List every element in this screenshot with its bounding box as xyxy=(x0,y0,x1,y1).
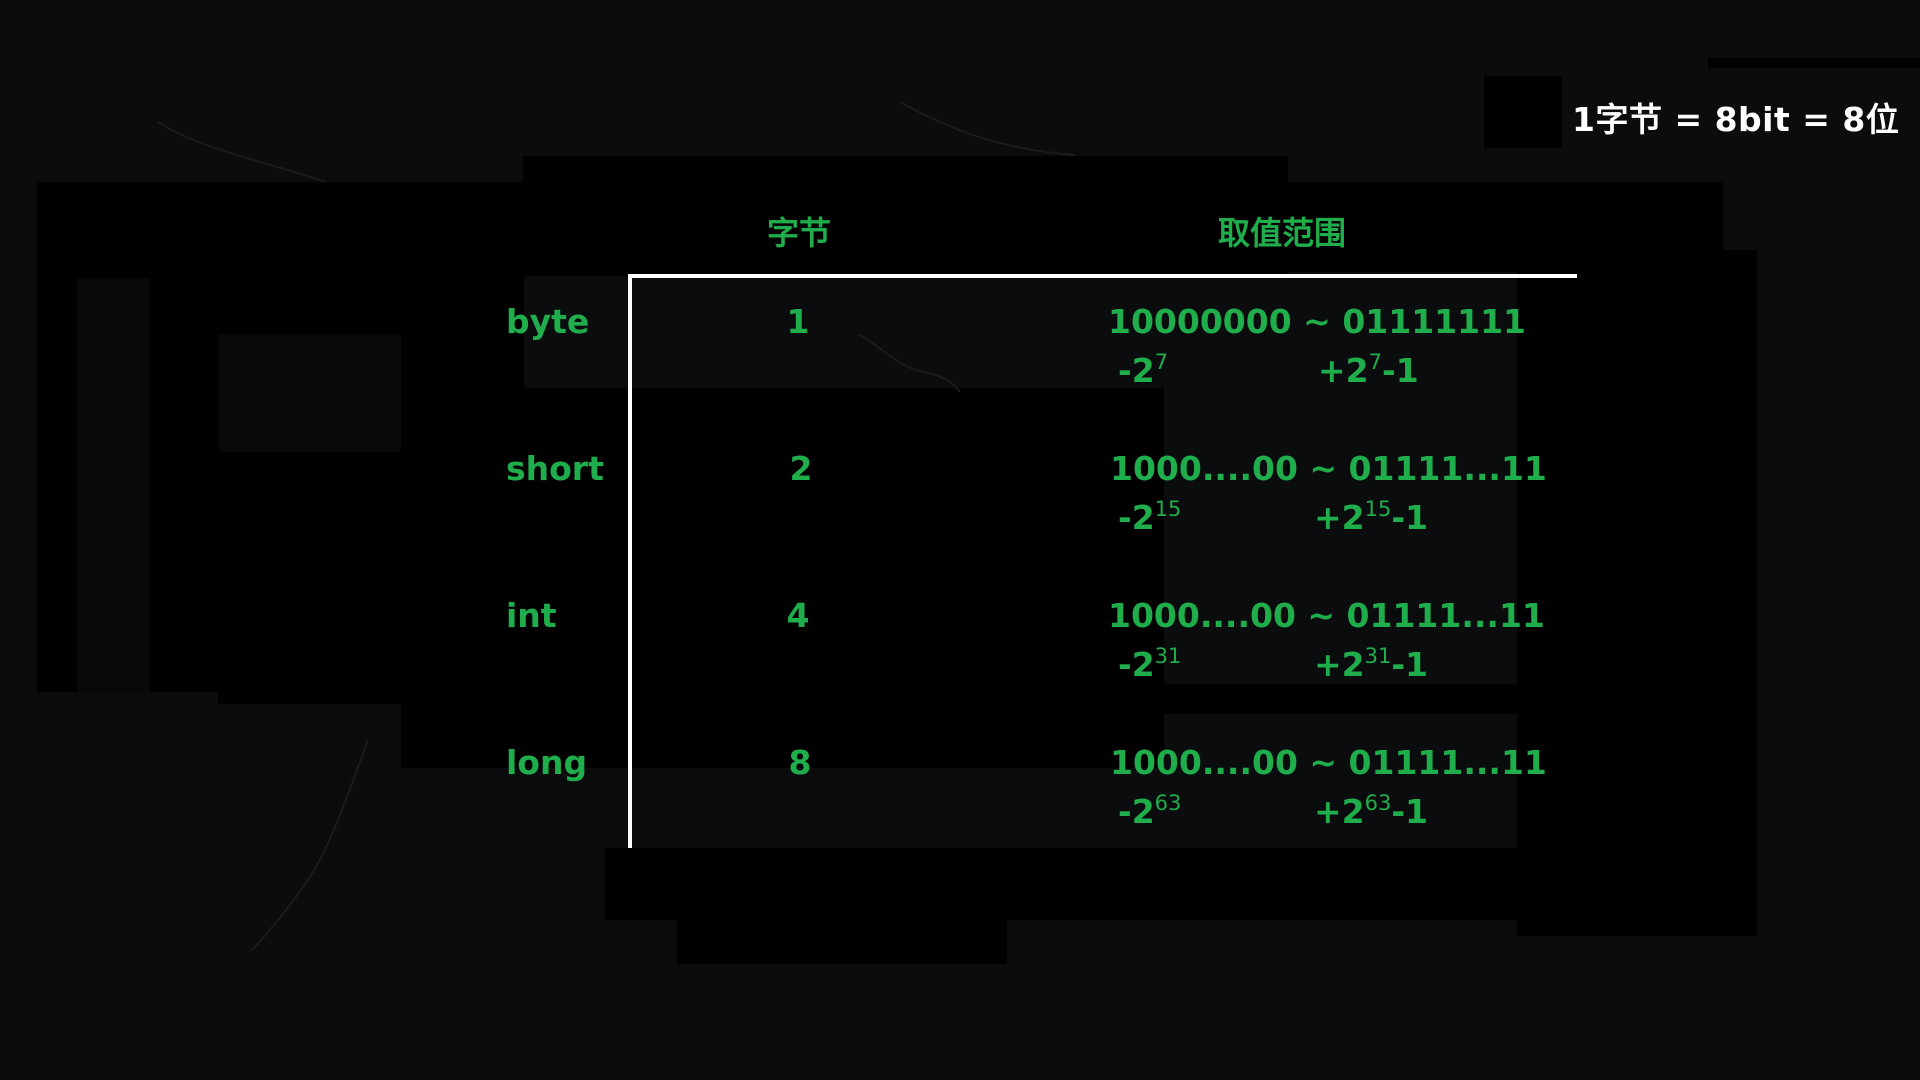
binary-range-long: 1000....00 ~ 01111...11 xyxy=(1110,743,1547,782)
min-exponent: 63 xyxy=(1154,791,1182,815)
bytes-int: 4 xyxy=(786,596,810,635)
byte-bit-note: 1字节 = 8bit = 8位 xyxy=(1572,100,1900,139)
max-exponent: 63 xyxy=(1364,791,1392,815)
type-name-short: short xyxy=(506,449,604,488)
bracket-top-line xyxy=(628,274,1577,278)
header-range: 取值范围 xyxy=(1218,214,1347,252)
min-exponent: 31 xyxy=(1154,644,1182,668)
min-value-long: -263 xyxy=(1118,791,1181,831)
min-prefix: -2 xyxy=(1118,645,1155,684)
pen-stroke xyxy=(899,101,1076,156)
min-exponent: 15 xyxy=(1154,497,1182,521)
max-value-byte: +27-1 xyxy=(1318,350,1419,390)
max-prefix: +2 xyxy=(1314,645,1365,684)
pen-stroke xyxy=(157,121,326,183)
pen-stroke xyxy=(251,739,369,951)
max-exponent: 7 xyxy=(1368,350,1382,374)
min-value-byte: -27 xyxy=(1118,350,1168,390)
max-exponent: 31 xyxy=(1364,644,1392,668)
min-prefix: -2 xyxy=(1118,498,1155,537)
pen-strokes xyxy=(157,101,1076,951)
binary-range-short: 1000....00 ~ 01111...11 xyxy=(1110,449,1547,488)
bracket-left-line xyxy=(628,274,632,848)
min-prefix: -2 xyxy=(1118,351,1155,390)
max-exponent: 15 xyxy=(1364,497,1392,521)
header-bytes: 字节 xyxy=(767,214,832,252)
min-value-int: -231 xyxy=(1118,644,1181,684)
type-name-byte: byte xyxy=(506,302,590,341)
note-line xyxy=(1708,58,1920,68)
max-suffix: -1 xyxy=(1391,498,1429,537)
type-name-long: long xyxy=(506,743,588,782)
max-prefix: +2 xyxy=(1318,351,1369,390)
max-suffix: -1 xyxy=(1391,792,1429,831)
max-value-short: +215-1 xyxy=(1314,497,1428,537)
max-value-int: +231-1 xyxy=(1314,644,1428,684)
max-prefix: +2 xyxy=(1314,498,1365,537)
max-value-long: +263-1 xyxy=(1314,791,1428,831)
min-value-short: -215 xyxy=(1118,497,1181,537)
max-suffix: -1 xyxy=(1391,645,1429,684)
bytes-byte: 1 xyxy=(786,302,810,341)
min-prefix: -2 xyxy=(1118,792,1155,831)
max-prefix: +2 xyxy=(1314,792,1365,831)
slide-canvas: 1字节 = 8bit = 8位 字节 取值范围 byte 1 10000000 … xyxy=(0,0,1920,1080)
bytes-short: 2 xyxy=(789,449,813,488)
note-backdrop xyxy=(1484,76,1562,148)
pen-stroke xyxy=(859,334,961,393)
type-name-int: int xyxy=(506,596,557,635)
min-exponent: 7 xyxy=(1154,350,1169,374)
max-suffix: -1 xyxy=(1382,351,1419,390)
binary-range-int: 1000....00 ~ 01111...11 xyxy=(1108,596,1545,635)
binary-range-byte: 10000000 ~ 01111111 xyxy=(1108,302,1527,341)
bytes-long: 8 xyxy=(788,743,812,782)
